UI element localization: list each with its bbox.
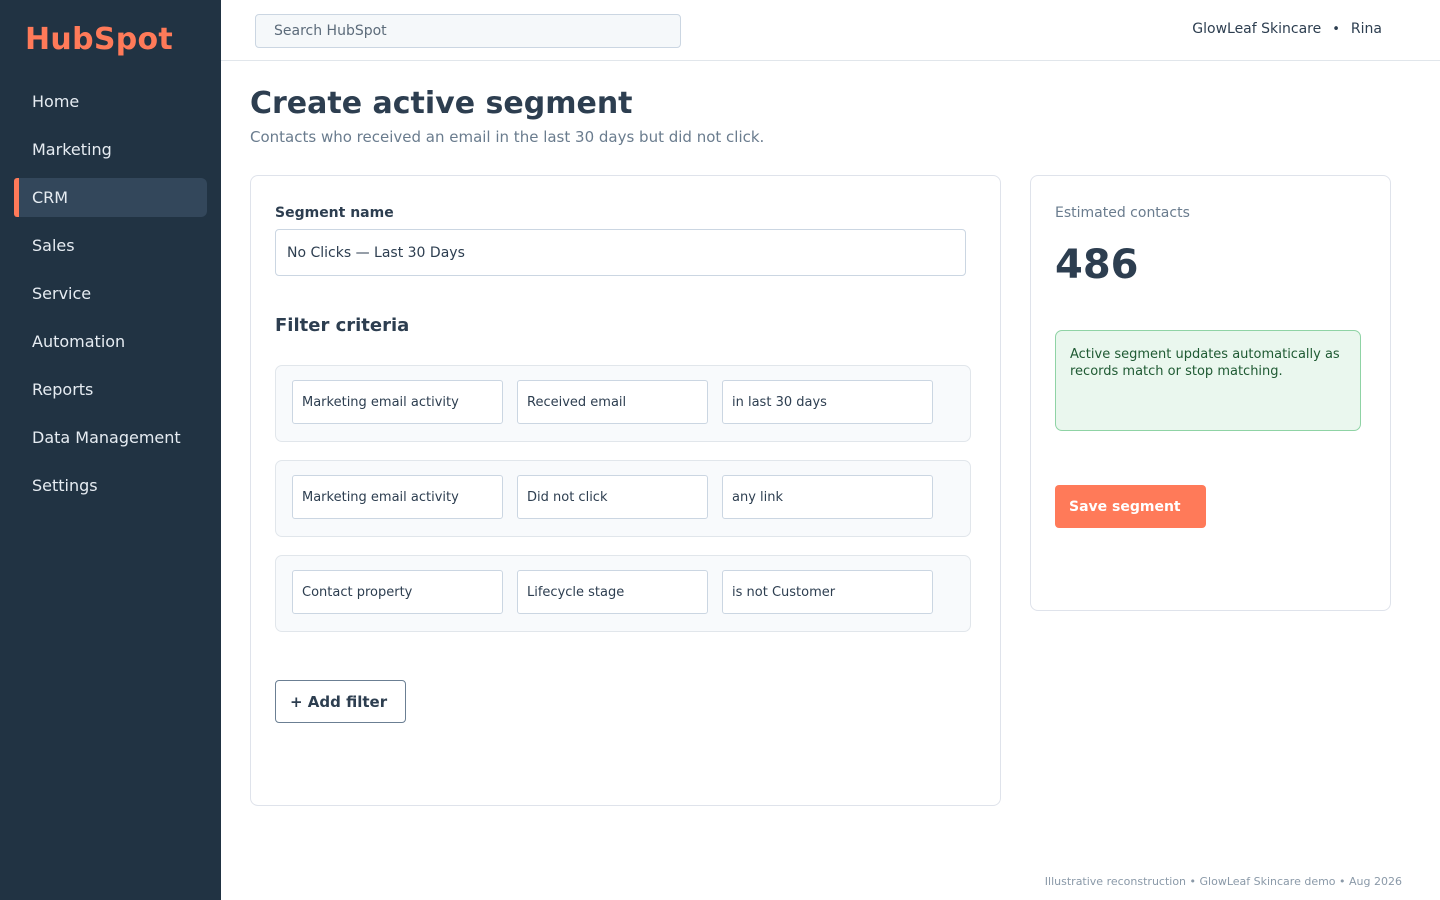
top-bar: GlowLeaf Skincare • Rina <box>221 0 1440 61</box>
filter-condition-select[interactable]: is not Customer <box>722 570 933 614</box>
filter-criteria-title: Filter criteria <box>275 315 410 336</box>
save-segment-button[interactable]: Save segment <box>1055 485 1206 528</box>
segment-name-input[interactable] <box>275 229 966 276</box>
account-name: GlowLeaf Skincare <box>1192 21 1322 37</box>
footer-note: Illustrative reconstruction • GlowLeaf S… <box>1044 875 1402 888</box>
filter-source-select[interactable]: Marketing email activity <box>292 475 503 519</box>
sidebar-item-home[interactable]: Home <box>14 82 207 121</box>
hubspot-logo[interactable]: HubSpot <box>25 22 173 57</box>
filter-property-select[interactable]: Received email <box>517 380 708 424</box>
sidebar-item-marketing[interactable]: Marketing <box>14 130 207 169</box>
estimated-contacts-label: Estimated contacts <box>1055 205 1190 221</box>
active-segment-info: Active segment updates automatically as … <box>1055 330 1361 431</box>
separator-dot: • <box>1332 21 1340 37</box>
filter-row: Marketing email activity Received email … <box>275 365 971 442</box>
filter-condition-select[interactable]: in last 30 days <box>722 380 933 424</box>
segment-summary-card: Estimated contacts 486 Active segment up… <box>1030 175 1391 611</box>
filter-property-select[interactable]: Lifecycle stage <box>517 570 708 614</box>
sidebar-item-reports[interactable]: Reports <box>14 370 207 409</box>
page-subtitle: Contacts who received an email in the la… <box>250 128 765 146</box>
sidebar-item-crm[interactable]: CRM <box>14 178 207 217</box>
search-input[interactable] <box>255 14 681 48</box>
account-menu[interactable]: GlowLeaf Skincare • Rina <box>1192 21 1382 37</box>
filter-property-select[interactable]: Did not click <box>517 475 708 519</box>
sidebar-item-data-management[interactable]: Data Management <box>14 418 207 457</box>
segment-name-label: Segment name <box>275 205 394 221</box>
sidebar-item-sales[interactable]: Sales <box>14 226 207 265</box>
filter-row: Marketing email activity Did not click a… <box>275 460 971 537</box>
sidebar-item-settings[interactable]: Settings <box>14 466 207 505</box>
sidebar: HubSpot Home Marketing CRM Sales Service… <box>0 0 221 900</box>
user-name: Rina <box>1350 21 1382 37</box>
sidebar-item-service[interactable]: Service <box>14 274 207 313</box>
filter-source-select[interactable]: Marketing email activity <box>292 380 503 424</box>
filter-condition-select[interactable]: any link <box>722 475 933 519</box>
add-filter-button[interactable]: + Add filter <box>275 680 406 723</box>
filter-row: Contact property Lifecycle stage is not … <box>275 555 971 632</box>
filter-source-select[interactable]: Contact property <box>292 570 503 614</box>
segment-form-card: Segment name Filter criteria Marketing e… <box>250 175 1001 806</box>
page-title: Create active segment <box>250 86 633 121</box>
sidebar-item-automation[interactable]: Automation <box>14 322 207 361</box>
estimated-contacts-value: 486 <box>1055 242 1139 288</box>
